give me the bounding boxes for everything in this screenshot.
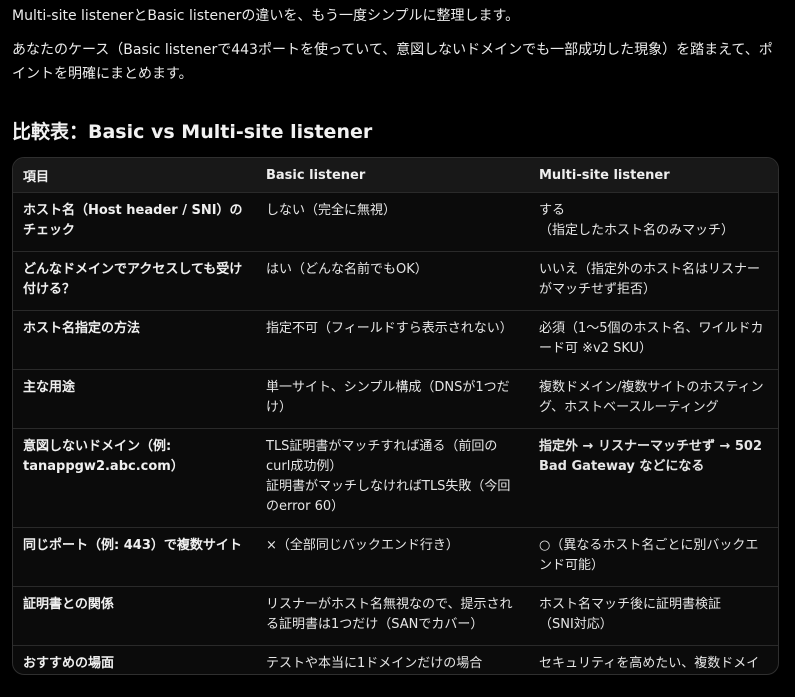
table-row: どんなドメインでアクセスしても受け付ける？ はい（どんな名前でもOK） いいえ（… bbox=[13, 251, 778, 311]
cell-basic: ×（全部同じバックエンド行き） bbox=[256, 527, 529, 587]
cell-item: 証明書との関係 bbox=[13, 586, 256, 646]
header-multi: Multi-site listener bbox=[539, 167, 670, 183]
cell-basic: TLS証明書がマッチすれば通る（前回のcurl成功例） 証明書がマッチしなければ… bbox=[256, 428, 529, 528]
comparison-heading: 比較表：Basic vs Multi-site listener bbox=[12, 121, 373, 143]
table-row: ホスト名（Host header / SNI）のチェック しない（完全に無視） … bbox=[13, 192, 778, 252]
cell-item: 主な用途 bbox=[13, 369, 256, 429]
cell-basic: 単一サイト、シンプル構成（DNSが1つだけ） bbox=[256, 369, 529, 429]
table-row: 主な用途 単一サイト、シンプル構成（DNSが1つだけ） 複数ドメイン/複数サイト… bbox=[13, 369, 778, 429]
cell-multi: 複数ドメイン/複数サイトのホスティング、ホストベースルーティング bbox=[529, 369, 778, 429]
cell-item: ホスト名（Host header / SNI）のチェック bbox=[13, 192, 256, 252]
chat-message: Multi-site listenerとBasic listenerの違いを、も… bbox=[0, 0, 795, 697]
table-row: ホスト名指定の方法 指定不可（フィールドすら表示されない） 必須（1〜5個のホス… bbox=[13, 310, 778, 370]
cell-multi: ホスト名マッチ後に証明書検証 （SNI対応） bbox=[529, 586, 778, 646]
cell-item: おすすめの場面 bbox=[13, 645, 256, 674]
header-item: 項目 bbox=[23, 169, 50, 185]
cell-item: 意図しないドメイン（例: tanappgw2.abc.com） bbox=[13, 428, 256, 528]
cell-basic: 指定不可（フィールドすら表示されない） bbox=[256, 310, 529, 370]
cell-multi: ○（異なるホスト名ごとに別バックエンド可能） bbox=[529, 527, 778, 587]
cell-item: どんなドメインでアクセスしても受け付ける？ bbox=[13, 251, 256, 311]
cell-multi: セキュリティを高めたい、複数ドメイン運用する場合 bbox=[529, 645, 778, 674]
table-row: 証明書との関係 リスナーがホスト名無視なので、提示される証明書は1つだけ（SAN… bbox=[13, 586, 778, 646]
cell-multi: 指定外 → リスナーマッチせず → 502 Bad Gateway などになる bbox=[529, 428, 778, 528]
cell-multi: いいえ（指定外のホスト名はリスナーがマッチせず拒否） bbox=[529, 251, 778, 311]
cell-item: 同じポート（例: 443）で複数サイト bbox=[13, 527, 256, 587]
comparison-table: 項目 Basic listener Multi-site listener ホス… bbox=[13, 158, 778, 674]
cell-basic: はい（どんな名前でもOK） bbox=[256, 251, 529, 311]
intro-line-1: Multi-site listenerとBasic listenerの違いを、も… bbox=[12, 8, 520, 24]
cell-item: ホスト名指定の方法 bbox=[13, 310, 256, 370]
table-header-row: 項目 Basic listener Multi-site listener bbox=[13, 158, 778, 193]
header-basic: Basic listener bbox=[266, 167, 366, 183]
table-row: 意図しないドメイン（例: tanappgw2.abc.com） TLS証明書がマ… bbox=[13, 428, 778, 528]
cell-basic: リスナーがホスト名無視なので、提示される証明書は1つだけ（SANでカバー） bbox=[256, 586, 529, 646]
cell-multi: する （指定したホスト名のみマッチ） bbox=[529, 192, 778, 252]
cell-basic: テストや本当に1ドメインだけの場合 bbox=[256, 645, 529, 674]
table-row: おすすめの場面 テストや本当に1ドメインだけの場合 セキュリティを高めたい、複数… bbox=[13, 645, 778, 674]
table-row: 同じポート（例: 443）で複数サイト ×（全部同じバックエンド行き） ○（異な… bbox=[13, 527, 778, 587]
cell-basic: しない（完全に無視） bbox=[256, 192, 529, 252]
intro-line-2: あなたのケース（Basic listenerで443ポートを使っていて、意図しな… bbox=[12, 42, 773, 82]
comparison-table-container: 項目 Basic listener Multi-site listener ホス… bbox=[12, 157, 779, 675]
cell-multi: 必須（1〜5個のホスト名、ワイルドカード可 ※v2 SKU） bbox=[529, 310, 778, 370]
